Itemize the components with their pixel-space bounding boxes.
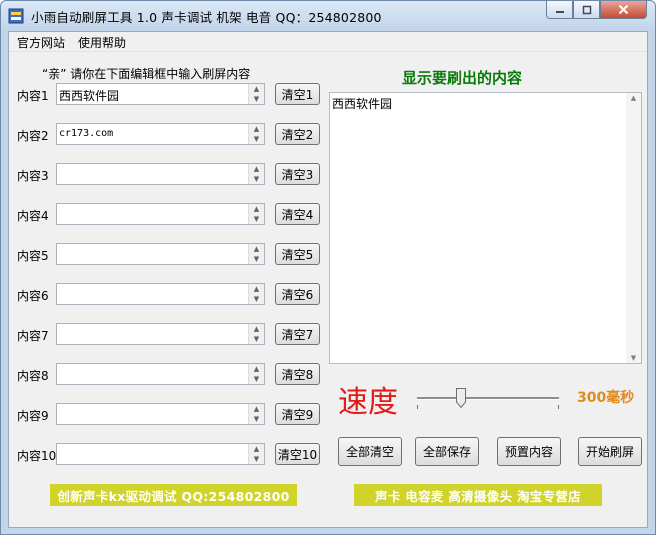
start-flood-button[interactable]: 开始刷屏 [578,437,642,466]
clear-button[interactable]: 清空8 [275,363,320,385]
clear-all-button[interactable]: 全部清空 [338,437,402,466]
slider-tick [417,405,418,409]
clear-button[interactable]: 清空3 [275,163,320,185]
scroll-down-icon[interactable]: ▼ [249,254,264,264]
row-label: 内容2 [17,129,49,143]
app-icon [8,8,24,24]
scroll-up-icon[interactable]: ▲ [249,164,264,174]
close-icon [618,4,629,15]
row-label: 内容1 [17,89,49,103]
row-label: 内容7 [17,329,49,343]
scroll-down-icon[interactable]: ▼ [249,374,264,384]
window-title: 小雨自动刷屏工具 1.0 声卡调试 机架 电音 QQ：254802800 [31,10,382,25]
scroll-down-icon[interactable]: ▼ [249,334,264,344]
clear-button[interactable]: 清空2 [275,123,320,145]
clear-button[interactable]: 清空10 [275,443,320,465]
menu-bar: 官方网站 使用帮助 [9,32,647,52]
speed-value: 300毫秒 [577,390,635,406]
field-scrollbar[interactable]: ▲ ▼ [248,244,264,264]
clear-button[interactable]: 清空9 [275,403,320,425]
content-input[interactable]: ▲ ▼ [56,403,265,425]
title-bar[interactable]: 小雨自动刷屏工具 1.0 声卡调试 机架 电音 QQ：254802800 [1,1,655,31]
row-label: 内容9 [17,409,49,423]
content-input[interactable]: ▲ ▼ [56,243,265,265]
row-label: 内容3 [17,169,49,183]
preview-scrollbar[interactable]: ▲ ▼ [626,93,641,363]
scroll-down-icon[interactable]: ▼ [249,294,264,304]
speed-label: 速度 [338,385,398,420]
app-window: 小雨自动刷屏工具 1.0 声卡调试 机架 电音 QQ：254802800 官方网… [0,0,656,535]
content-input[interactable]: cr173.com ▲ ▼ [56,123,265,145]
clear-button[interactable]: 清空5 [275,243,320,265]
scroll-down-icon[interactable]: ▼ [249,94,264,104]
minimize-button[interactable] [546,1,573,19]
scroll-down-icon[interactable]: ▼ [626,354,641,362]
scroll-down-icon[interactable]: ▼ [249,214,264,224]
scroll-up-icon[interactable]: ▲ [249,324,264,334]
field-scrollbar[interactable]: ▲ ▼ [248,284,264,304]
scroll-up-icon[interactable]: ▲ [249,124,264,134]
slider-track [417,397,559,400]
preview-text: 西西软件园 [332,97,393,111]
scroll-down-icon[interactable]: ▼ [249,134,264,144]
main-panel: 官方网站 使用帮助 “亲” 请你在下面编辑框中输入刷屏内容 内容1 西西软件园 ▲ ▼… [8,31,648,528]
scroll-up-icon[interactable]: ▲ [626,94,641,102]
preset-content-button[interactable]: 预置内容 [497,437,561,466]
slider-tick [558,405,559,409]
maximize-button[interactable] [573,1,600,19]
scroll-up-icon[interactable]: ▲ [249,364,264,374]
qq-banner[interactable]: 创新声卡kx驱动调试 QQ:254802800 [50,484,297,506]
row-label: 内容8 [17,369,49,383]
content-input[interactable]: ▲ ▼ [56,203,265,225]
content-input[interactable]: ▲ ▼ [56,163,265,185]
content-input-value: 西西软件园 [59,89,120,103]
field-scrollbar[interactable]: ▲ ▼ [248,444,264,464]
scroll-down-icon[interactable]: ▼ [249,454,264,464]
row-label: 内容4 [17,209,49,223]
close-button[interactable] [600,1,647,19]
field-scrollbar[interactable]: ▲ ▼ [248,404,264,424]
preview-textarea[interactable]: 西西软件园 ▲ ▼ [329,92,642,364]
clear-button[interactable]: 清空1 [275,83,320,105]
field-scrollbar[interactable]: ▲ ▼ [248,124,264,144]
shop-banner[interactable]: 声卡 电容麦 高清摄像头 淘宝专营店 [354,484,602,506]
scroll-down-icon[interactable]: ▼ [249,174,264,184]
scroll-up-icon[interactable]: ▲ [249,404,264,414]
menu-help[interactable]: 使用帮助 [78,34,126,51]
input-hint: “亲” 请你在下面编辑框中输入刷屏内容 [42,67,251,81]
preview-title: 显示要刷出的内容 [402,69,523,87]
minimize-icon [555,10,564,13]
scroll-up-icon[interactable]: ▲ [249,444,264,454]
scroll-up-icon[interactable]: ▲ [249,84,264,94]
content-input[interactable]: 西西软件园 ▲ ▼ [56,83,265,105]
scroll-up-icon[interactable]: ▲ [249,204,264,214]
scroll-down-icon[interactable]: ▼ [249,414,264,424]
clear-button[interactable]: 清空7 [275,323,320,345]
content-input[interactable]: ▲ ▼ [56,363,265,385]
content-input[interactable]: ▲ ▼ [56,283,265,305]
window-controls [546,1,647,21]
scroll-up-icon[interactable]: ▲ [249,244,264,254]
field-scrollbar[interactable]: ▲ ▼ [248,164,264,184]
maximize-icon [582,5,591,14]
content-input[interactable]: ▲ ▼ [56,323,265,345]
clear-button[interactable]: 清空4 [275,203,320,225]
menu-official-site[interactable]: 官方网站 [17,34,65,51]
scroll-up-icon[interactable]: ▲ [249,284,264,294]
field-scrollbar[interactable]: ▲ ▼ [248,364,264,384]
content-input[interactable]: ▲ ▼ [56,443,265,465]
row-label: 内容10 [17,449,57,463]
save-all-button[interactable]: 全部保存 [415,437,479,466]
field-scrollbar[interactable]: ▲ ▼ [248,84,264,104]
field-scrollbar[interactable]: ▲ ▼ [248,204,264,224]
content-input-value: cr173.com [59,128,114,139]
field-scrollbar[interactable]: ▲ ▼ [248,324,264,344]
row-label: 内容5 [17,249,49,263]
slider-thumb[interactable] [456,388,467,408]
row-label: 内容6 [17,289,49,303]
clear-button[interactable]: 清空6 [275,283,320,305]
